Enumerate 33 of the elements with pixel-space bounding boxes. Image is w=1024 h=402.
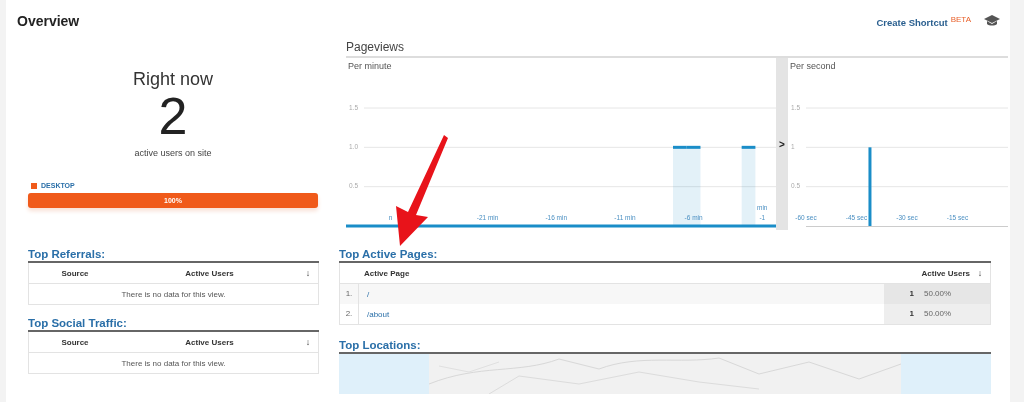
active-users-caption: active users on site [134, 148, 212, 158]
column-header[interactable]: Source [29, 268, 121, 278]
active-user-count: 2 [158, 90, 188, 142]
page-link[interactable]: / [359, 289, 884, 299]
right-now-title: Right now [132, 69, 213, 90]
table-cell: 50.00% [920, 284, 990, 304]
pageviews-title: Pageviews [346, 40, 406, 54]
table-cell: 50.00% [920, 304, 990, 324]
graduation-cap-icon[interactable] [984, 14, 1000, 27]
section-title: Top Referrals: [28, 248, 319, 263]
empty-message: There is no data for this view. [121, 289, 226, 299]
chart-title: Per minute [348, 61, 392, 71]
column-header[interactable]: Active Users [890, 268, 970, 278]
table-cell: 1 [884, 284, 920, 304]
table-cell: 1 [884, 304, 920, 324]
expand-toggle[interactable]: > [779, 138, 785, 150]
row-number: 1. [340, 284, 359, 304]
beta-label: BETA [950, 14, 971, 24]
section-title: Top Active Pages: [339, 248, 991, 263]
sort-icon[interactable]: ↓ [970, 268, 990, 278]
empty-message: There is no data for this view. [121, 358, 226, 368]
chart-title: Per second [790, 61, 836, 71]
section-title: Top Social Traffic: [28, 317, 319, 332]
column-header[interactable]: Active Page [340, 268, 890, 278]
column-header[interactable]: Source [29, 337, 121, 347]
column-header[interactable]: Active Users [121, 268, 298, 278]
sort-icon[interactable]: ↓ [298, 268, 318, 278]
sort-icon[interactable]: ↓ [298, 337, 318, 347]
page-title: Overview [17, 13, 80, 29]
create-shortcut-link[interactable]: Create Shortcut [876, 16, 948, 28]
column-header[interactable]: Active Users [121, 337, 298, 347]
row-number: 2. [340, 304, 359, 324]
page-link[interactable]: /about [359, 309, 884, 319]
